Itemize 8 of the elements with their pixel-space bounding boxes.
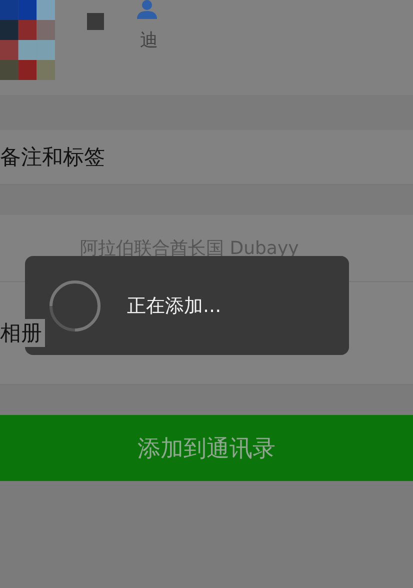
contact-name: 迪 <box>140 29 158 52</box>
spinner-icon <box>49 280 101 332</box>
row-label: 备注和标签 <box>0 144 105 171</box>
person-icon <box>137 0 157 19</box>
toast-message: 正在添加... <box>127 294 222 318</box>
square-icon <box>87 13 104 30</box>
add-to-contacts-button[interactable]: 添加到通讯录 <box>0 415 413 481</box>
row-label: 相册 <box>0 319 45 347</box>
